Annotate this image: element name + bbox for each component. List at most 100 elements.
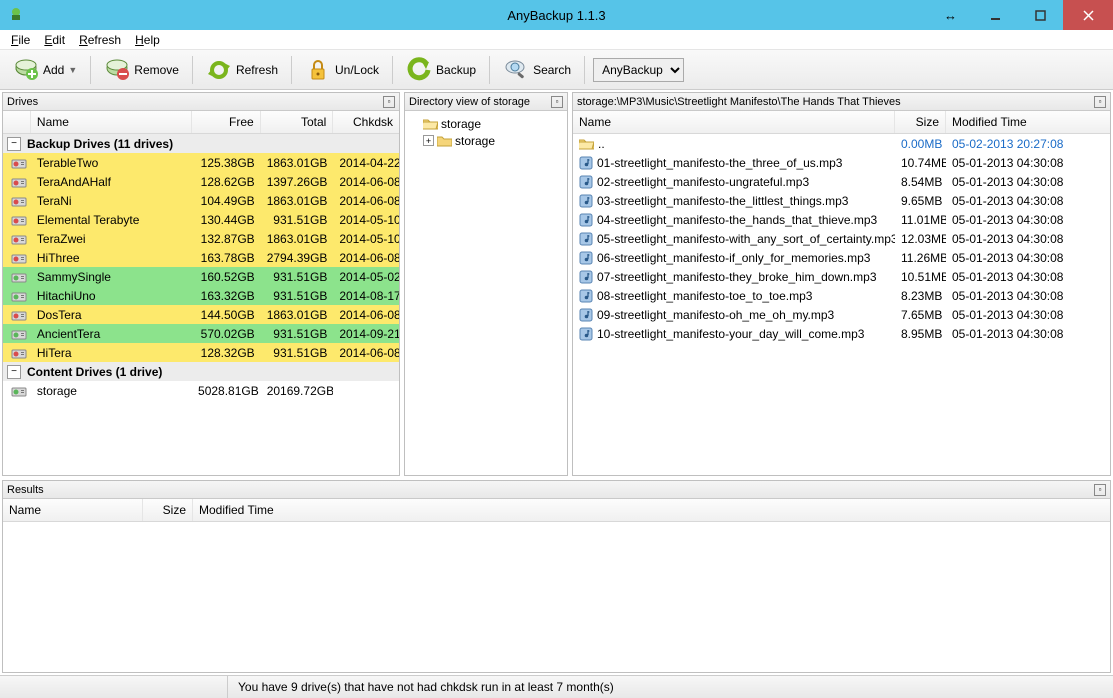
file-name: 03-streetlight_manifesto-the_littlest_th… [597, 194, 848, 208]
add-button[interactable]: Add ▼ [4, 53, 86, 87]
collapse-group-button[interactable]: − [7, 137, 21, 151]
drive-row[interactable]: HitachiUno163.32GB931.51GB2014-08-17 [3, 286, 399, 305]
file-row[interactable]: 06-streetlight_manifesto-if_only_for_mem… [573, 248, 1110, 267]
drive-row[interactable]: TeraAndAHalf128.62GB1397.26GB2014-06-08 [3, 172, 399, 191]
drive-row[interactable]: TerableTwo125.38GB1863.01GB2014-04-22 [3, 153, 399, 172]
tree-node-child[interactable]: + storage [409, 132, 563, 149]
col-modified[interactable]: Modified Time [193, 499, 343, 521]
refresh-button[interactable]: Refresh [197, 53, 287, 87]
drive-total: 931.51GB [261, 213, 334, 227]
backup-select[interactable]: AnyBackup [593, 58, 684, 82]
menu-help[interactable]: Help [128, 31, 167, 49]
menu-file[interactable]: File [4, 31, 37, 49]
col-size[interactable]: Size [895, 111, 946, 133]
double-arrow-button[interactable]: ↔ [928, 0, 973, 30]
file-modified: 05-01-2013 04:30:08 [946, 213, 1066, 227]
file-row[interactable]: 02-streetlight_manifesto-ungrateful.mp38… [573, 172, 1110, 191]
pane-collapse-button[interactable]: ▫ [551, 96, 563, 108]
tree-spacer [409, 118, 420, 129]
collapse-group-button[interactable]: − [7, 365, 21, 379]
tree-label: storage [455, 134, 495, 148]
drive-row[interactable]: Elemental Terabyte130.44GB931.51GB2014-0… [3, 210, 399, 229]
backup-label: Backup [436, 63, 476, 77]
drives-pane-title: Drives [7, 96, 383, 108]
col-name[interactable]: Name [31, 111, 192, 133]
window-title: AnyBackup 1.1.3 [507, 8, 605, 23]
drive-icon [3, 251, 31, 265]
file-size: 8.23MB [895, 289, 946, 303]
drive-row[interactable]: AncientTera570.02GB931.51GB2014-09-21 [3, 324, 399, 343]
file-size: 8.95MB [895, 327, 946, 341]
file-size: 0.00MB [895, 137, 946, 151]
file-row[interactable]: 07-streetlight_manifesto-they_broke_him_… [573, 267, 1110, 286]
col-total[interactable]: Total [261, 111, 334, 133]
drive-name: DosTera [31, 308, 192, 322]
backup-button[interactable]: Backup [397, 53, 485, 87]
pane-collapse-button[interactable]: ▫ [383, 96, 395, 108]
file-modified: 05-01-2013 04:30:08 [946, 270, 1066, 284]
group-backup-drives[interactable]: −Backup Drives (11 drives) [3, 134, 399, 153]
file-name: 08-streetlight_manifesto-toe_to_toe.mp3 [597, 289, 812, 303]
col-name[interactable]: Name [573, 111, 895, 133]
drive-free: 163.78GB [192, 251, 261, 265]
file-row[interactable]: 09-streetlight_manifesto-oh_me_oh_my.mp3… [573, 305, 1110, 324]
drive-chkdsk: 2014-05-02 [333, 270, 399, 284]
file-size: 12.03MB [895, 232, 946, 246]
pane-collapse-button[interactable]: ▫ [1094, 484, 1106, 496]
music-file-icon [579, 251, 593, 265]
file-row[interactable]: 08-streetlight_manifesto-toe_to_toe.mp3 8… [573, 286, 1110, 305]
files-header: Name Size Modified Time [573, 111, 1110, 134]
drive-row[interactable]: storage5028.81GB20169.72GB [3, 381, 399, 400]
menu-refresh[interactable]: Refresh [72, 31, 128, 49]
file-name: 02-streetlight_manifesto-ungrateful.mp3 [597, 175, 809, 189]
minimize-button[interactable] [973, 0, 1018, 30]
file-row[interactable]: 10-streetlight_manifesto-your_day_will_c… [573, 324, 1110, 343]
unlock-button[interactable]: Un/Lock [296, 53, 388, 87]
tree-expand-button[interactable]: + [423, 135, 434, 146]
file-modified: 05-01-2013 04:30:08 [946, 327, 1066, 341]
drive-free: 130.44GB [192, 213, 261, 227]
file-modified: 05-01-2013 04:30:08 [946, 194, 1066, 208]
remove-button[interactable]: Remove [95, 53, 188, 87]
music-file-icon [579, 175, 593, 189]
refresh-label: Refresh [236, 63, 278, 77]
parent-dir-row[interactable]: ..0.00MB05-02-2013 20:27:08 [573, 134, 1110, 153]
file-row[interactable]: 03-streetlight_manifesto-the_littlest_th… [573, 191, 1110, 210]
drive-row[interactable]: HiThree163.78GB2794.39GB2014-06-08 [3, 248, 399, 267]
col-chkdsk[interactable]: Chkdsk [333, 111, 399, 133]
maximize-button[interactable] [1018, 0, 1063, 30]
drive-row[interactable]: DosTera144.50GB1863.01GB2014-06-08 [3, 305, 399, 324]
tree-node-root[interactable]: storage [409, 115, 563, 132]
app-icon [8, 7, 24, 23]
drive-free: 160.52GB [192, 270, 261, 284]
drive-row[interactable]: SammySingle160.52GB931.51GB2014-05-02 [3, 267, 399, 286]
file-row[interactable]: 01-streetlight_manifesto-the_three_of_us… [573, 153, 1110, 172]
tree-pane: Directory view of storage ▫ storage + st… [404, 92, 568, 476]
group-content-drives[interactable]: −Content Drives (1 drive) [3, 362, 399, 381]
drive-row[interactable]: TeraNi104.49GB1863.01GB2014-06-08 [3, 191, 399, 210]
folder-up-icon [579, 138, 594, 150]
drive-icon [3, 346, 31, 360]
music-file-icon [579, 213, 593, 227]
drive-icon [3, 213, 31, 227]
file-row[interactable]: 05-streetlight_manifesto-with_any_sort_o… [573, 229, 1110, 248]
files-pane: storage:\MP3\Music\Streetlight Manifesto… [572, 92, 1111, 476]
pane-collapse-button[interactable]: ▫ [1094, 96, 1106, 108]
file-row[interactable]: 04-streetlight_manifesto-the_hands_that_… [573, 210, 1110, 229]
search-button[interactable]: Search [494, 53, 580, 87]
drive-total: 1863.01GB [261, 156, 334, 170]
music-file-icon [579, 289, 593, 303]
col-name[interactable]: Name [3, 499, 143, 521]
close-button[interactable] [1063, 0, 1113, 30]
menu-edit[interactable]: Edit [37, 31, 72, 49]
drive-free: 132.87GB [192, 232, 261, 246]
drive-row[interactable]: TeraZwei132.87GB1863.01GB2014-05-10 [3, 229, 399, 248]
col-modified[interactable]: Modified Time [946, 111, 1066, 133]
drive-total: 931.51GB [261, 289, 334, 303]
col-size[interactable]: Size [143, 499, 193, 521]
file-modified: 05-01-2013 04:30:08 [946, 156, 1066, 170]
file-size: 10.74MB [895, 156, 946, 170]
drive-row[interactable]: HiTera128.32GB931.51GB2014-06-08 [3, 343, 399, 362]
drive-free: 5028.81GB [192, 384, 261, 398]
col-free[interactable]: Free [192, 111, 261, 133]
